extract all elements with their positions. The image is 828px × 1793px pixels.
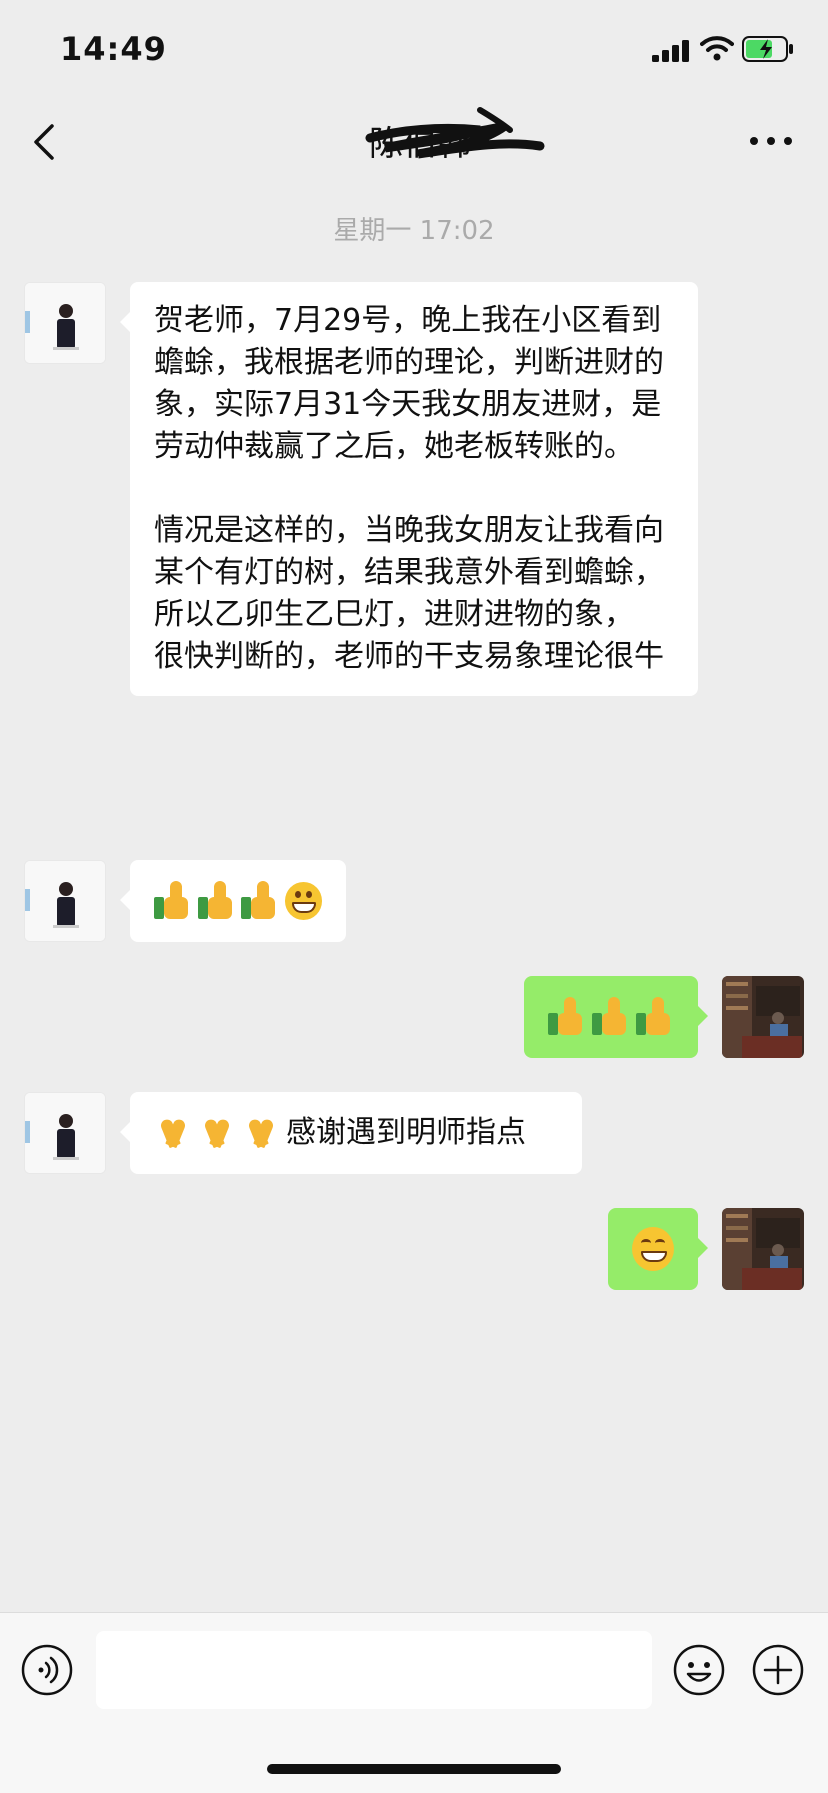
folded-hands-icon <box>242 1115 280 1151</box>
plus-icon[interactable] <box>751 1643 805 1697</box>
emoji-row <box>548 994 674 1040</box>
thumbs-up-icon <box>548 997 586 1037</box>
voice-icon[interactable] <box>20 1643 74 1697</box>
message-text: 贺老师，7月29号，晚上我在小区看到蟾蜍，我根据老师的理论，判断进财的象，实际7… <box>154 303 664 674</box>
more-dots-icon[interactable] <box>746 126 796 156</box>
folded-hands-icon <box>198 1115 236 1151</box>
chat-header: 陈伯韩 <box>0 96 828 186</box>
message-timestamp: 星期一 17:02 <box>333 216 495 246</box>
emoji-row: 感谢遇到明师指点 <box>154 1110 558 1156</box>
status-bar: 14:49 <box>0 0 828 96</box>
home-indicator[interactable] <box>267 1764 561 1774</box>
message-bubble-outgoing[interactable] <box>608 1208 708 1290</box>
person-photo-icon <box>25 1093 105 1173</box>
message-bubble-incoming[interactable]: 贺老师，7月29号，晚上我在小区看到蟾蜍，我根据老师的理论，判断进财的象，实际7… <box>120 282 698 696</box>
person-photo-icon <box>25 861 105 941</box>
chevron-left-icon[interactable] <box>26 120 66 164</box>
message-bubble-incoming[interactable] <box>120 860 346 942</box>
folded-hands-icon <box>154 1115 192 1151</box>
emoji-row <box>154 878 322 924</box>
thumbs-up-icon <box>241 881 279 921</box>
signal-strength-icon <box>652 40 689 62</box>
emoji-icon[interactable] <box>672 1643 726 1697</box>
smiling-face-icon <box>632 1227 674 1271</box>
thumbs-up-icon <box>636 997 674 1037</box>
message-bubble-outgoing[interactable] <box>524 976 708 1058</box>
emoji-row <box>632 1226 674 1272</box>
contact-avatar[interactable] <box>24 282 106 364</box>
contact-avatar[interactable] <box>24 860 106 942</box>
grinning-face-icon <box>284 882 322 920</box>
thumbs-up-icon <box>154 881 192 921</box>
message-text: 感谢遇到明师指点 <box>286 1115 526 1150</box>
message-input[interactable] <box>96 1631 652 1709</box>
library-photo-icon <box>722 1208 804 1290</box>
my-avatar[interactable] <box>722 976 804 1058</box>
person-photo-icon <box>25 283 105 363</box>
battery-charging-icon <box>742 36 793 62</box>
thumbs-up-icon <box>592 997 630 1037</box>
message-bubble-incoming[interactable]: 感谢遇到明师指点 <box>120 1092 582 1174</box>
wifi-icon <box>700 36 734 61</box>
chat-title: 陈伯韩 <box>369 124 471 164</box>
library-photo-icon <box>722 976 804 1058</box>
status-time: 14:49 <box>60 30 167 68</box>
thumbs-up-icon <box>197 881 236 921</box>
my-avatar[interactable] <box>722 1208 804 1290</box>
contact-avatar[interactable] <box>24 1092 106 1174</box>
